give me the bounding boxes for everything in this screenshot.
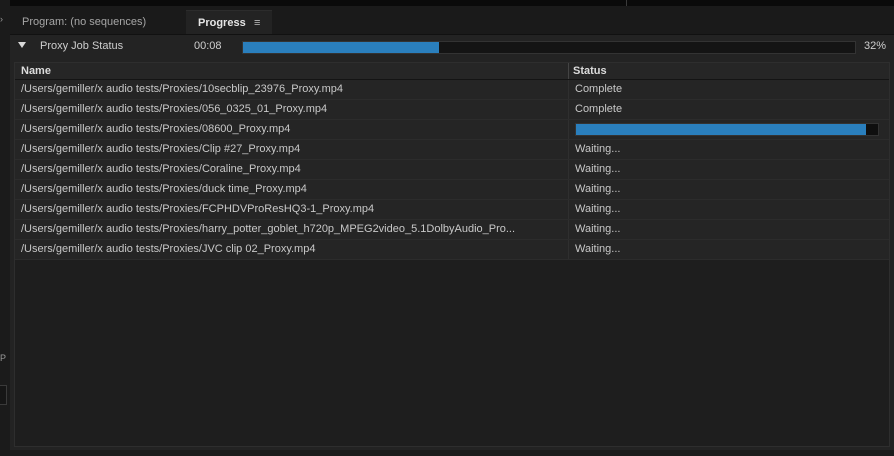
row-column-separator (568, 200, 569, 219)
panel-bottom-bar (10, 450, 894, 456)
row-file-path: /Users/gemiller/x audio tests/Proxies/10… (21, 83, 344, 95)
column-header-status[interactable]: Status (573, 65, 607, 77)
row-file-path: /Users/gemiller/x audio tests/Proxies/Co… (21, 163, 301, 175)
row-progress-fill (576, 124, 866, 135)
row-file-path: /Users/gemiller/x audio tests/Proxies/ha… (21, 223, 516, 235)
row-file-path: /Users/gemiller/x audio tests/Proxies/FC… (21, 203, 375, 215)
collapsed-panel-control[interactable] (0, 385, 7, 405)
tab-program[interactable]: Program: (no sequences) (10, 10, 186, 34)
overall-progress-bar (242, 41, 856, 54)
table-row[interactable]: /Users/gemiller/x audio tests/Proxies/JV… (15, 240, 889, 260)
table-row[interactable]: /Users/gemiller/x audio tests/Proxies/ha… (15, 220, 889, 240)
row-progress-bar (575, 123, 879, 136)
row-status: Waiting... (575, 163, 621, 175)
table-row[interactable]: /Users/gemiller/x audio tests/Proxies/08… (15, 120, 889, 140)
row-status: Waiting... (575, 183, 621, 195)
table-body: /Users/gemiller/x audio tests/Proxies/10… (15, 80, 889, 260)
row-column-separator (568, 100, 569, 119)
column-divider[interactable] (568, 63, 569, 79)
panel-menu-icon[interactable]: ≡ (254, 11, 260, 35)
table-row[interactable]: /Users/gemiller/x audio tests/Proxies/Co… (15, 160, 889, 180)
row-column-separator (568, 160, 569, 179)
overall-progress-percent: 32% (863, 40, 886, 52)
row-status: Complete (575, 83, 623, 95)
table-row[interactable]: /Users/gemiller/x audio tests/Proxies/du… (15, 180, 889, 200)
row-file-path: /Users/gemiller/x audio tests/Proxies/08… (21, 123, 291, 135)
row-file-path: /Users/gemiller/x audio tests/Proxies/Cl… (21, 143, 301, 155)
tab-bar: Program: (no sequences) Progress ≡ (10, 6, 894, 35)
row-file-path: /Users/gemiller/x audio tests/Proxies/JV… (21, 243, 316, 255)
row-file-path: /Users/gemiller/x audio tests/Proxies/05… (21, 103, 328, 115)
tab-progress[interactable]: Progress ≡ (186, 10, 272, 34)
table-header: Name Status (15, 63, 889, 80)
row-status: Waiting... (575, 223, 621, 235)
row-column-separator (568, 140, 569, 159)
row-status: Waiting... (575, 243, 621, 255)
row-status: Waiting... (575, 143, 621, 155)
row-status: Complete (575, 103, 623, 115)
table-row[interactable]: /Users/gemiller/x audio tests/Proxies/Cl… (15, 140, 889, 160)
table-row[interactable]: /Users/gemiller/x audio tests/Proxies/FC… (15, 200, 889, 220)
table-row[interactable]: /Users/gemiller/x audio tests/Proxies/05… (15, 100, 889, 120)
proxy-job-status-label: Proxy Job Status (40, 40, 124, 52)
disclosure-triangle-icon[interactable] (18, 42, 26, 48)
row-column-separator (568, 80, 569, 99)
column-header-name[interactable]: Name (21, 65, 51, 77)
collapsed-panel-arrow-icon: › (0, 14, 3, 24)
proxy-job-status-row: Proxy Job Status 00:08 32% (10, 36, 894, 58)
elapsed-time: 00:08 (194, 40, 222, 52)
proxy-jobs-table: Name Status /Users/gemiller/x audio test… (14, 62, 890, 447)
row-column-separator (568, 220, 569, 239)
progress-panel: Program: (no sequences) Progress ≡ Proxy… (10, 6, 894, 456)
overall-progress-fill (243, 42, 439, 53)
row-column-separator (568, 120, 569, 139)
table-row[interactable]: /Users/gemiller/x audio tests/Proxies/10… (15, 80, 889, 100)
collapsed-panel-label-icon: P (0, 353, 7, 363)
tab-program-label: Program: (no sequences) (22, 16, 147, 28)
row-column-separator (568, 180, 569, 199)
row-status: Waiting... (575, 203, 621, 215)
row-column-separator (568, 240, 569, 259)
row-file-path: /Users/gemiller/x audio tests/Proxies/du… (21, 183, 307, 195)
tab-progress-label: Progress (198, 17, 246, 29)
